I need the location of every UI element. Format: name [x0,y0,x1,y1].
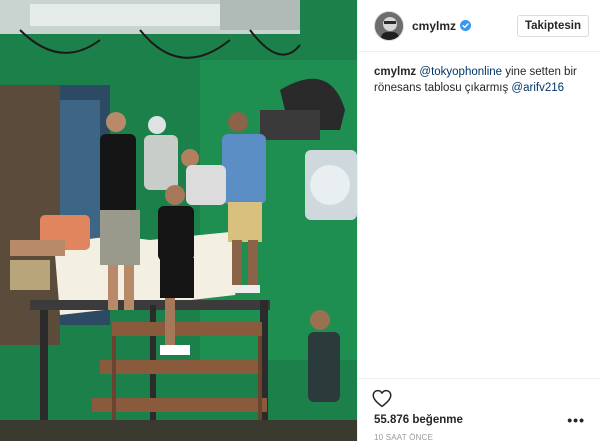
following-button[interactable]: Takiptesin [516,14,589,37]
post-actions: 55.876 beğenme ••• 10 SAAT ÖNCE [358,378,600,441]
post-caption: cmylmz @tokyophonline yine setten bir rö… [374,64,589,96]
like-count[interactable]: 55.876 beğenme [374,414,463,426]
avatar[interactable] [374,10,404,41]
more-options-icon[interactable]: ••• [567,413,585,427]
header-username[interactable]: cmylmz [412,19,456,33]
caption-username[interactable]: cmylmz [374,66,416,78]
instagram-post: cmylmz Takiptesin cmylmz @tokyophonline … [0,0,600,441]
post-header: cmylmz Takiptesin [358,0,600,52]
post-timestamp[interactable]: 10 SAAT ÖNCE [374,433,433,441]
caption-mention-arifv216[interactable]: @arifv216 [511,82,564,94]
post-photo[interactable] [0,0,357,441]
avatar-image [375,11,403,40]
film-set-photo [0,0,357,441]
heart-outline-icon[interactable] [372,389,392,408]
verified-badge-icon [460,20,472,31]
caption-mention-tokyophonline[interactable]: @tokyophonline [419,66,502,78]
post-side-panel: cmylmz Takiptesin cmylmz @tokyophonline … [357,0,600,441]
